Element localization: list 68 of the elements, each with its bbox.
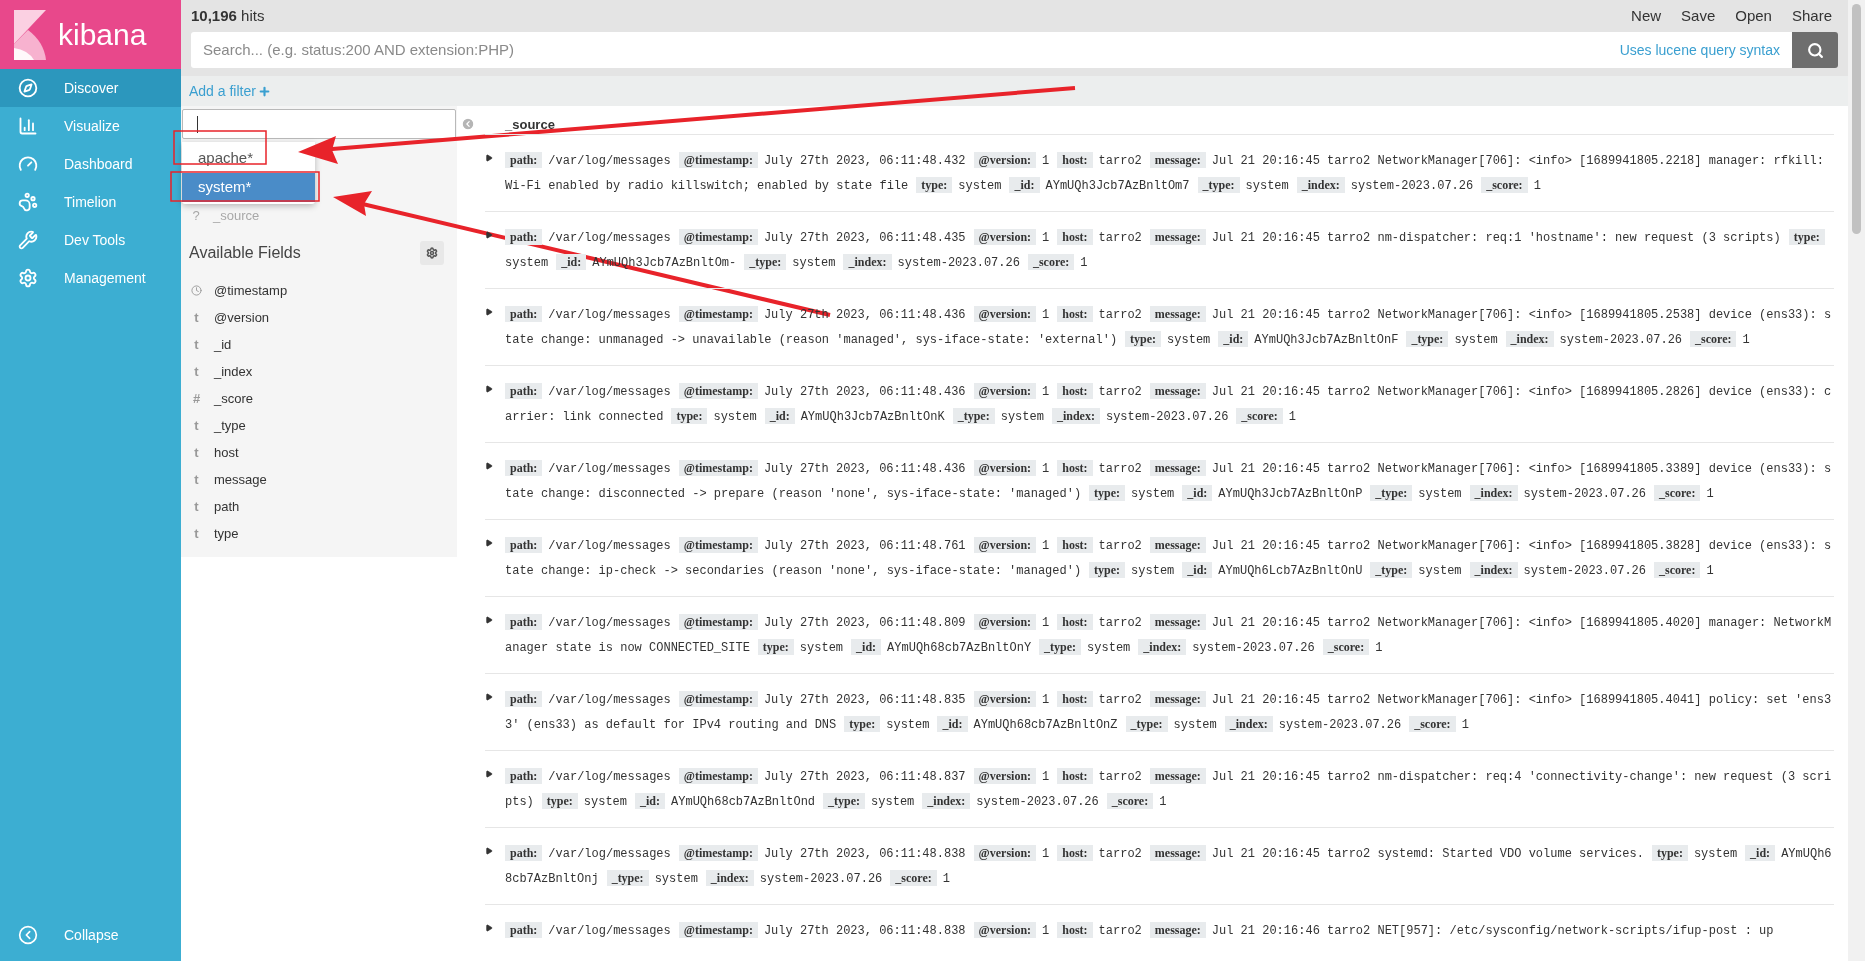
document-text: path: /var/log/messages @timestamp: July 27th 2023, 06:11:48.835 @version: 1 host: tarro2 message: Jul 21 20:16:45 tarro2 NetworkManager[706]: <info> [1689941805.4041] policy: set 'ens33' (ens33) as default for IPv4 routing and DNS type: system _id: AYmUQh68cb7AzBnltOnZ _type: system _index: system-2023.07.26 _score: 1 (505, 690, 1833, 734)
field-name[interactable]: message (214, 469, 267, 490)
field-name[interactable]: host (214, 442, 239, 463)
text-cursor-icon (197, 115, 198, 133)
index-pattern-option[interactable]: system* (182, 173, 315, 202)
field-type-glyph: # (191, 389, 202, 408)
expand-icon[interactable] (485, 231, 493, 239)
column-header: _source (505, 116, 555, 134)
field-type-glyph: t (193, 497, 200, 516)
settings-icon (426, 247, 438, 259)
clock-icon (191, 285, 202, 296)
field-type-glyph: t (193, 524, 200, 543)
settings-button[interactable] (420, 241, 444, 265)
field-name[interactable]: type (214, 523, 239, 544)
field-name[interactable]: _type (214, 415, 246, 436)
expand-icon[interactable] (485, 770, 493, 778)
logo-text: kibana (58, 19, 147, 50)
field-name[interactable]: @version (214, 307, 270, 328)
search-placeholder: Search... (e.g. status:200 AND extension:PHP) (203, 39, 514, 60)
field-type-glyph: t (193, 362, 200, 381)
search-field[interactable]: Search... (e.g. status:200 AND extension:PHP) Uses lucene query syntax (191, 32, 1792, 68)
header-action-link[interactable]: New (1631, 4, 1662, 28)
expand-icon[interactable] (485, 462, 493, 470)
expand-icon[interactable] (485, 616, 493, 624)
document-text: path: /var/log/messages @timestamp: July 27th 2023, 06:11:48.838 @version: 1 host: tarro2 message: Jul 21 20:16:45 tarro2 systemd: Started VDO volume services. type: system _id: AYmUQh68cb7AzBnltOnj _type: system _index: system-2023.07.26 _score: 1 (505, 844, 1833, 888)
header-action-link[interactable]: Save (1681, 4, 1716, 28)
field-type-glyph: t (193, 470, 200, 489)
field-name[interactable]: _score (214, 388, 254, 409)
section-title: Available Fields (189, 243, 301, 263)
bar-chart-icon (18, 116, 38, 136)
plus-icon (257, 84, 271, 98)
field-name[interactable]: _id (214, 334, 232, 355)
field-type-glyph: t (193, 335, 200, 354)
collapse-icon (18, 925, 38, 945)
compass-icon (18, 78, 38, 98)
document-text: path: /var/log/messages @timestamp: July 27th 2023, 06:11:48.436 @version: 1 host: tarro2 message: Jul 21 20:16:45 tarro2 NetworkManager[706]: <info> [1689941805.2826] device (ens33): carrier: link connected type: system _id: AYmUQh3Jcb7AzBnltOnK _type: system _index: system-2023.07.26 _score: 1 (505, 382, 1833, 426)
document-text: path: /var/log/messages @timestamp: July 27th 2023, 06:11:48.809 @version: 1 host: tarro2 message: Jul 21 20:16:45 tarro2 NetworkManager[706]: <info> [1689941805.4020] manager: NetworkManager state is now CONNECTED_SITE type: system _id: AYmUQh68cb7AzBnltOnY _type: system _index: system-2023.07.26 _score: 1 (505, 613, 1833, 657)
document-text: path: /var/log/messages @timestamp: July 27th 2023, 06:11:48.432 @version: 1 host: tarro2 message: Jul 21 20:16:45 tarro2 NetworkManager[706]: <info> [1689941805.2218] manager: rfkill: Wi-Fi enabled by radio killswitch; enabled by state file type: system _id: AYmUQh3Jcb7AzBnltOm7 _type: system _index: system-2023.07.26 _score: 1 (505, 151, 1825, 195)
expand-icon[interactable] (485, 693, 493, 701)
expand-icon[interactable] (485, 154, 493, 162)
search-button[interactable] (1792, 32, 1838, 68)
expand-icon[interactable] (485, 539, 493, 547)
document-text: path: /var/log/messages @timestamp: July 27th 2023, 06:11:48.761 @version: 1 host: tarro2 message: Jul 21 20:16:45 tarro2 NetworkManager[706]: <info> [1689941805.3828] device (ens33): state change: ip-check -> secondaries (reason 'none', sys-iface-state: 'managed') type: system _id: AYmUQh6Lcb7AzBnltOnU _type: system _index: system-2023.07.26 _score: 1 (505, 536, 1833, 580)
index-pattern-field[interactable] (182, 109, 456, 139)
hits-count: 10,196 hits (191, 5, 265, 26)
document-text: path: /var/log/messages @timestamp: July 27th 2023, 06:11:48.837 @version: 1 host: tarro2 message: Jul 21 20:16:45 tarro2 nm-dispatcher: req:4 'connectivity-change': new request (3 scripts) type: system _id: AYmUQh68cb7AzBnltOnd _type: system _index: system-2023.07.26 _score: 1 (505, 767, 1833, 811)
header-action-link[interactable]: Share (1791, 4, 1832, 28)
document-text: path: /var/log/messages @timestamp: July 27th 2023, 06:11:48.838 @version: 1 host: tarro2 message: Jul 21 20:16:46 tarro2 NET[957]: /etc/sysconfig/network-scripts/ifup-post : up (505, 918, 1782, 943)
header-action-link[interactable]: Open (1735, 4, 1772, 28)
search-icon (1806, 41, 1824, 59)
field-name[interactable]: @timestamp (214, 280, 288, 301)
expand-icon[interactable] (485, 308, 493, 316)
field-type-glyph: t (193, 416, 200, 435)
document-text: path: /var/log/messages @timestamp: July 27th 2023, 06:11:48.436 @version: 1 host: tarro2 message: Jul 21 20:16:45 tarro2 NetworkManager[706]: <info> [1689941805.3389] device (ens33): state change: disconnected -> prepare (reason 'none', sys-iface-state: 'managed') type: system _id: AYmUQh3Jcb7AzBnltOnP _type: system _index: system-2023.07.26 _score: 1 (505, 459, 1833, 503)
field-name[interactable]: _index (214, 361, 253, 382)
expand-icon[interactable] (485, 924, 493, 932)
logo-icon (14, 9, 46, 60)
settings-icon (18, 268, 38, 288)
expand-icon[interactable] (485, 385, 493, 393)
gauge-icon (18, 154, 38, 174)
wrench-icon (18, 230, 38, 250)
expand-icon[interactable] (485, 847, 493, 855)
field-name[interactable]: path (214, 496, 240, 517)
index-pattern-option[interactable]: apache* (182, 144, 315, 173)
field-type-glyph: ? (191, 207, 201, 226)
paw-icon (18, 192, 38, 212)
field-type-glyph: t (193, 308, 200, 327)
field-type-glyph: t (193, 443, 200, 462)
